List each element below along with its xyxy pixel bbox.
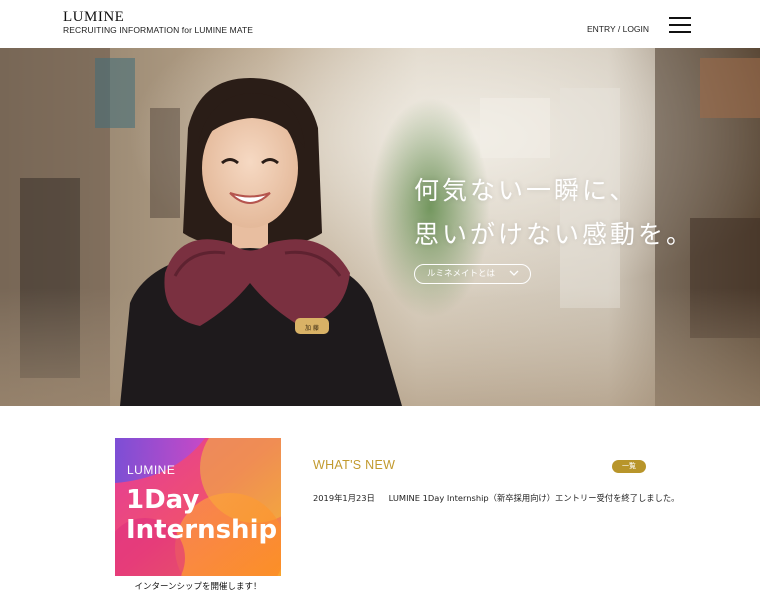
- internship-banner-graphic: LUMINE 1Day Internship: [115, 438, 281, 576]
- menu-bar: [669, 17, 691, 19]
- chevron-down-icon: [509, 270, 519, 276]
- banner-brand: LUMINE: [127, 463, 175, 477]
- whats-new-heading: WHAT'S NEW: [313, 458, 396, 472]
- internship-banner[interactable]: LUMINE 1Day Internship: [115, 438, 281, 576]
- hamburger-menu-icon[interactable]: [669, 14, 691, 34]
- hero-section: 加 藤 何気ない一瞬に、 思いがけない感動を。 ルミネメイトとは: [0, 48, 760, 406]
- news-date: 2019年1月23日: [313, 493, 375, 503]
- entry-login-link[interactable]: ENTRY / LOGIN: [587, 24, 649, 34]
- site-header: LUMINE RECRUITING INFORMATION for LUMINE…: [0, 0, 760, 48]
- menu-bar: [669, 31, 691, 33]
- banner-line2: Internship: [126, 515, 277, 545]
- about-button-label: ルミネメイトとは: [427, 269, 496, 279]
- banner-line1: 1Day: [126, 485, 199, 515]
- hero-copy-line2: 思いがけない感動を。: [414, 220, 695, 249]
- menu-bar: [669, 24, 691, 26]
- hero-copy: 何気ない一瞬に、 思いがけない感動を。: [414, 169, 694, 257]
- news-item[interactable]: 2019年1月23日 LUMINE 1Day Internship（新卒採用向け…: [313, 492, 679, 504]
- news-list-button[interactable]: 一覧: [612, 460, 646, 473]
- site-subtitle: RECRUITING INFORMATION for LUMINE MATE: [63, 25, 254, 35]
- hero-copy-line1: 何気ない一瞬に、: [414, 176, 638, 205]
- internship-caption[interactable]: インターンシップを開催します！: [115, 580, 281, 592]
- about-lumine-mate-button[interactable]: ルミネメイトとは: [414, 264, 531, 284]
- news-text: LUMINE 1Day Internship（新卒採用向け）エントリー受付を終了…: [388, 493, 680, 503]
- site-logo[interactable]: LUMINE: [63, 9, 124, 26]
- name-tag-text: 加 藤: [305, 324, 319, 332]
